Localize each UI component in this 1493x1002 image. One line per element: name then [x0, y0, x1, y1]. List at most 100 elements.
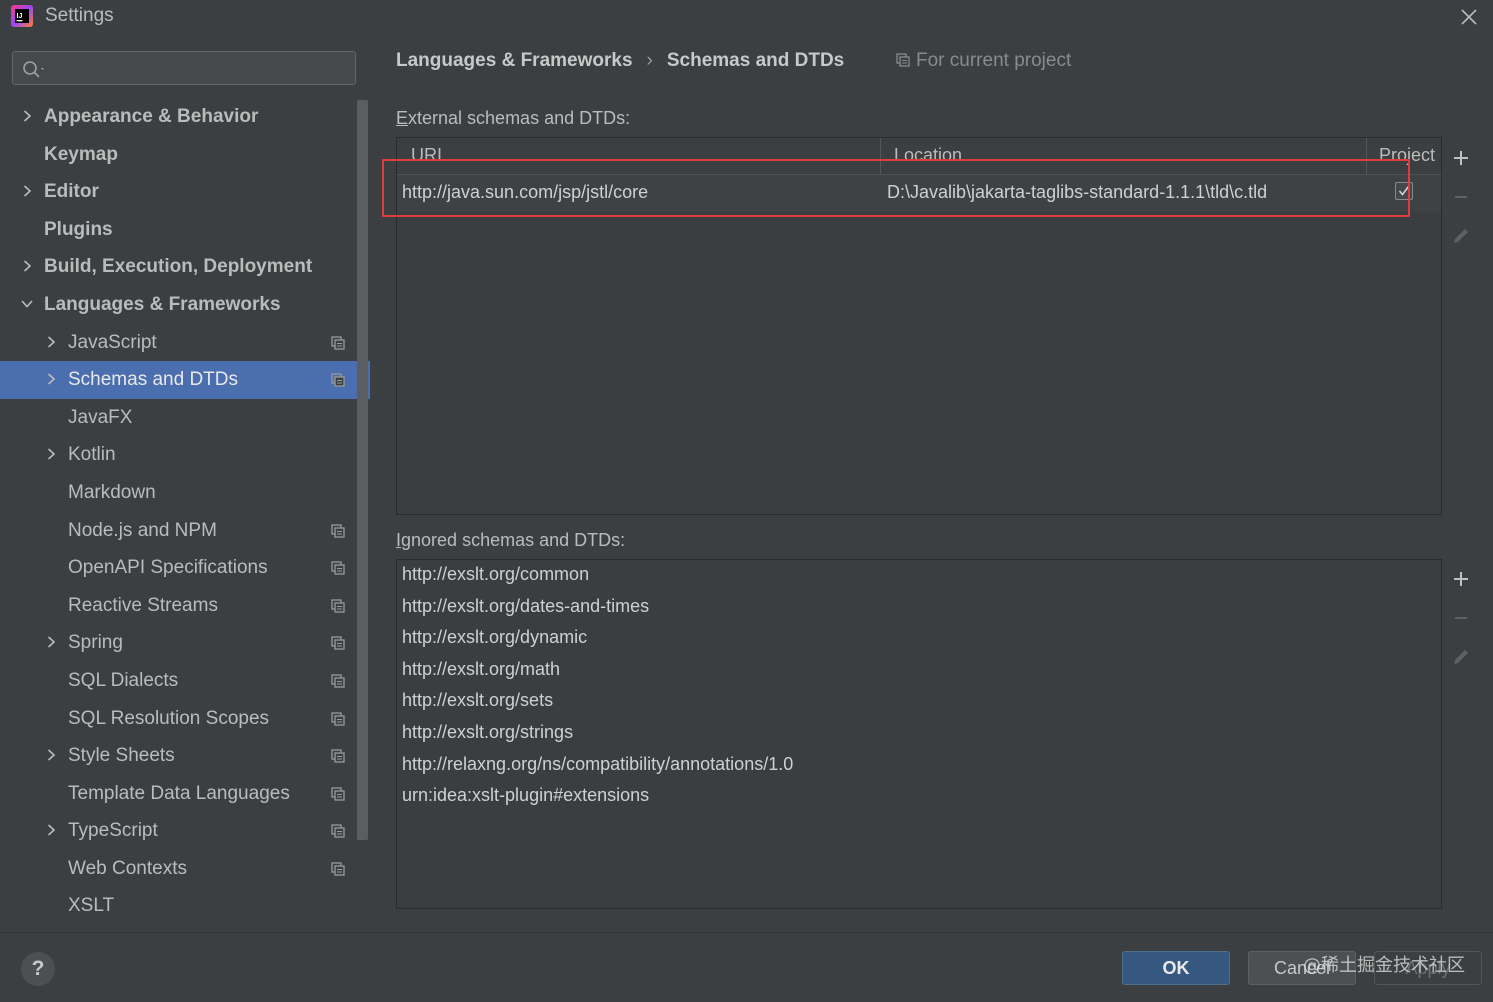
- list-item[interactable]: http://exslt.org/dates-and-times: [402, 596, 649, 627]
- chevron-right-icon[interactable]: [44, 635, 58, 649]
- sidebar-item[interactable]: Web Contexts: [0, 850, 370, 888]
- chevron-right-icon[interactable]: [20, 109, 34, 123]
- sidebar-item-label: Build, Execution, Deployment: [44, 256, 313, 278]
- sidebar-item-label: Appearance & Behavior: [44, 106, 259, 127]
- column-header-location[interactable]: Location: [894, 145, 962, 166]
- list-item[interactable]: http://exslt.org/sets: [402, 690, 553, 721]
- chevron-right-icon[interactable]: [44, 372, 58, 386]
- chevron-down-icon[interactable]: [20, 297, 34, 311]
- project-scope-icon: [331, 335, 345, 350]
- sidebar-item-label: Kotlin: [68, 444, 116, 466]
- column-divider[interactable]: [880, 138, 881, 174]
- ignored-schemas-list[interactable]: http://exslt.org/common http://exslt.org/…: [396, 559, 1442, 909]
- column-header-uri[interactable]: URI: [411, 145, 442, 166]
- cell-uri: http://java.sun.com/jsp/jstl/core: [402, 182, 649, 202]
- chevron-right-icon[interactable]: [44, 447, 58, 461]
- scope-indicator: For current project: [896, 50, 1071, 72]
- sidebar-item-label: Reactive Streams: [68, 594, 218, 616]
- add-icon[interactable]: [1450, 147, 1472, 169]
- sidebar-item-label: OpenAPI Specifications: [68, 557, 268, 579]
- list-item[interactable]: http://exslt.org/common: [402, 564, 589, 595]
- sidebar-item[interactable]: JavaFX: [0, 399, 370, 437]
- checkmark-icon: [1398, 186, 1410, 196]
- sidebar-scrollbar[interactable]: [357, 100, 368, 840]
- sidebar-item[interactable]: SQL Dialects: [0, 662, 370, 700]
- column-divider[interactable]: [1366, 138, 1367, 174]
- sidebar-item[interactable]: Keymap: [0, 136, 370, 174]
- sidebar-item[interactable]: Reactive Streams: [0, 587, 370, 625]
- sidebar-item[interactable]: Spring: [0, 624, 370, 662]
- sidebar-item[interactable]: Markdown: [0, 474, 370, 512]
- external-schemas-table[interactable]: URI Location Project http://java.sun.com…: [396, 137, 1442, 515]
- sidebar-item-label: Editor: [44, 181, 99, 203]
- sidebar-item[interactable]: XSLT: [0, 887, 370, 925]
- sidebar-item-label: Web Contexts: [68, 857, 187, 879]
- table-header: URI Location Project: [397, 138, 1441, 175]
- add-icon[interactable]: [1450, 568, 1472, 590]
- remove-icon[interactable]: [1450, 186, 1472, 208]
- breadcrumb: Languages & Frameworks › Schemas and DTDs: [396, 50, 844, 72]
- project-scope-icon: [331, 561, 345, 575]
- sidebar-item[interactable]: Build, Execution, Deployment: [0, 248, 370, 286]
- edit-icon[interactable]: [1450, 225, 1472, 247]
- cancel-button[interactable]: Cancel: [1248, 951, 1356, 985]
- column-header-project[interactable]: Project: [1379, 145, 1435, 166]
- remove-icon[interactable]: [1450, 607, 1472, 629]
- chevron-right-icon[interactable]: [20, 259, 34, 273]
- chevron-right-icon[interactable]: [44, 335, 58, 349]
- sidebar-item[interactable]: JavaScript: [0, 324, 370, 362]
- project-scope-icon: [331, 824, 345, 838]
- project-scope-icon: [331, 787, 345, 801]
- chevron-right-icon[interactable]: [44, 748, 58, 762]
- ignored-toolbar: [1442, 559, 1480, 909]
- sidebar-item[interactable]: Kotlin: [0, 436, 370, 474]
- breadcrumb-current: Schemas and DTDs: [666, 50, 845, 71]
- list-item[interactable]: urn:idea:xslt-plugin#extensions: [402, 785, 649, 816]
- table-row[interactable]: http://java.sun.com/jsp/jstl/core D:\Jav…: [397, 175, 1441, 212]
- edit-icon[interactable]: [1450, 646, 1472, 668]
- ok-button[interactable]: OK: [1122, 951, 1230, 985]
- settings-search-box[interactable]: [12, 51, 356, 85]
- settings-tree: Appearance & Behavior Keymap Editor Plugins…: [0, 98, 370, 925]
- dialog-button-bar: ? OK Cancel Apply @稀土掘金技术社区: [0, 932, 1493, 1002]
- sidebar-item[interactable]: Style Sheets: [0, 737, 370, 775]
- project-scope-icon: [896, 53, 910, 67]
- sidebar-item[interactable]: TypeScript: [0, 812, 370, 850]
- sidebar-item-label: TypeScript: [68, 820, 158, 842]
- sidebar-item-label: Plugins: [44, 218, 113, 240]
- sidebar-item-label: Keymap: [44, 143, 118, 165]
- sidebar-item[interactable]: Languages & Frameworks: [0, 286, 370, 324]
- close-icon[interactable]: [1455, 3, 1483, 31]
- list-item[interactable]: http://exslt.org/strings: [402, 722, 573, 753]
- sidebar-item[interactable]: Appearance & Behavior: [0, 98, 370, 136]
- intellij-app-icon: IJ: [11, 5, 33, 27]
- list-item[interactable]: http://relaxng.org/ns/compatibility/anno…: [402, 754, 793, 785]
- scope-label: For current project: [916, 50, 1072, 71]
- ignored-schemas-label: Ignored schemas and DTDs:: [396, 530, 626, 550]
- sidebar-item-label: Schemas and DTDs: [68, 369, 239, 391]
- search-icon: [23, 61, 44, 78]
- sidebar-item[interactable]: Node.js and NPM: [0, 512, 370, 550]
- settings-search-input[interactable]: [53, 56, 353, 82]
- breadcrumb-parent[interactable]: Languages & Frameworks: [396, 50, 633, 71]
- chevron-right-icon[interactable]: [20, 184, 34, 198]
- sidebar-item[interactable]: Plugins: [0, 211, 370, 249]
- project-checkbox[interactable]: [1395, 182, 1413, 200]
- sidebar-item[interactable]: Template Data Languages: [0, 775, 370, 813]
- sidebar-item-label: XSLT: [68, 895, 115, 917]
- sidebar-item[interactable]: Schemas and DTDs: [0, 361, 370, 399]
- list-item[interactable]: http://exslt.org/dynamic: [402, 627, 587, 658]
- project-scope-icon: [331, 862, 345, 876]
- sidebar-item-label: Languages & Frameworks: [44, 293, 281, 315]
- project-scope-icon: [331, 523, 345, 538]
- sidebar-item-label: SQL Resolution Scopes: [68, 707, 270, 729]
- svg-text:IJ: IJ: [17, 13, 23, 20]
- sidebar-item[interactable]: Editor: [0, 173, 370, 211]
- chevron-right-icon[interactable]: [44, 823, 58, 837]
- help-button[interactable]: ?: [21, 952, 55, 986]
- apply-button[interactable]: Apply: [1374, 951, 1482, 985]
- sidebar-item[interactable]: OpenAPI Specifications: [0, 549, 370, 587]
- list-item[interactable]: http://exslt.org/math: [402, 659, 560, 690]
- sidebar-item-label: Markdown: [68, 481, 156, 503]
- sidebar-item[interactable]: SQL Resolution Scopes: [0, 700, 370, 738]
